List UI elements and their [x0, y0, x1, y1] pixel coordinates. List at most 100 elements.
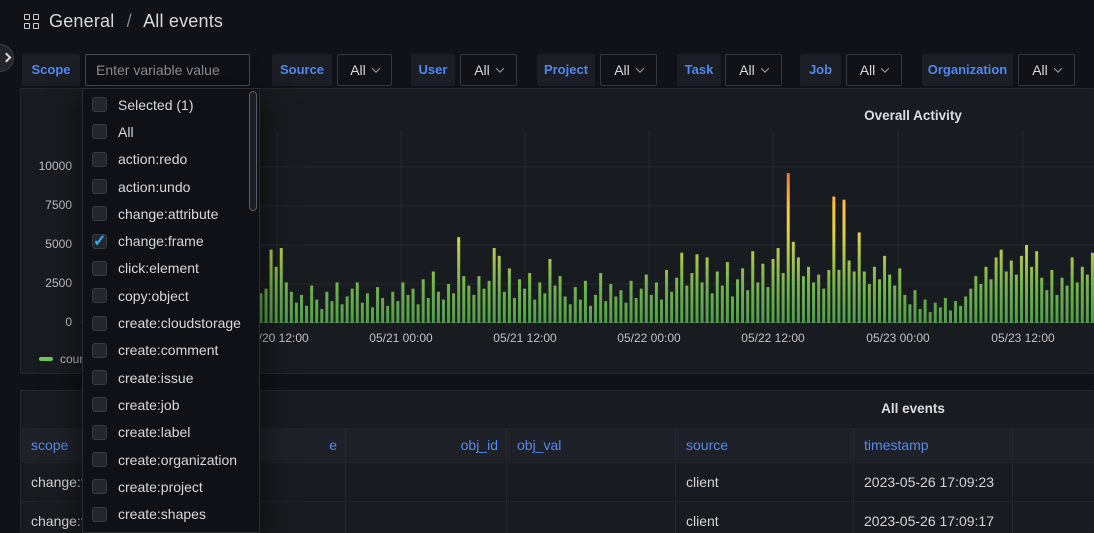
filter-label-source: Source — [272, 54, 332, 86]
checkbox-unchecked[interactable] — [92, 452, 107, 467]
filter-select-organization[interactable]: All — [1018, 54, 1075, 86]
dropdown-option-label: action:undo — [118, 179, 190, 195]
dropdown-option-label: action:redo — [118, 151, 187, 167]
y-tick-label: 2500 — [20, 276, 72, 290]
y-tick-label: 5000 — [20, 237, 72, 251]
chevron-down-icon — [496, 64, 504, 72]
column-header[interactable] — [1013, 428, 1094, 462]
y-tick-label: 0 — [20, 315, 72, 329]
filter-label-task: Task — [677, 54, 721, 86]
x-tick-label: 05/21 00:00 — [356, 331, 446, 345]
y-tick-label: 10000 — [20, 159, 72, 173]
checkbox-unchecked[interactable] — [92, 316, 107, 331]
filter-value-task: All — [739, 55, 755, 85]
table-cell — [346, 502, 507, 533]
checkbox-unchecked[interactable] — [92, 124, 107, 139]
dropdown-option-label: create:job — [118, 397, 179, 413]
checkbox-unchecked[interactable] — [92, 97, 107, 112]
filter-label-organization: Organization — [922, 54, 1013, 86]
checkbox-unchecked[interactable] — [92, 261, 107, 276]
dropdown-option[interactable]: action:undo — [83, 173, 259, 200]
dropdown-option-label: click:element — [118, 260, 199, 276]
dropdown-option[interactable]: create:project — [83, 473, 259, 500]
table-cell — [256, 463, 346, 501]
column-header[interactable]: obj_id — [346, 428, 507, 462]
filter-label-project: Project — [537, 54, 595, 86]
filter-value-source: All — [350, 55, 366, 85]
column-header[interactable]: source — [676, 428, 854, 462]
checkbox-unchecked[interactable] — [92, 206, 107, 221]
dropdown-option-label: create:organization — [118, 452, 237, 468]
dropdown-option-label: copy:object — [118, 288, 189, 304]
column-header[interactable]: timestamp — [854, 428, 1013, 462]
dropdown-option[interactable]: create:shapes — [83, 500, 259, 527]
x-tick-label: 05/23 12:00 — [978, 331, 1068, 345]
dropdown-option[interactable]: action:redo — [83, 146, 259, 173]
filter-select-task[interactable]: All — [725, 54, 782, 86]
filter-select-project[interactable]: All — [600, 54, 657, 86]
filter-select-source[interactable]: All — [337, 54, 392, 86]
dropdown-option[interactable]: Selected (1) — [83, 91, 259, 118]
apps-grid-icon[interactable] — [24, 14, 39, 29]
checkbox-unchecked[interactable] — [92, 507, 107, 522]
x-tick-label: 05/22 00:00 — [604, 331, 694, 345]
filter-select-user[interactable]: All — [460, 54, 517, 86]
breadcrumb: General / All events — [49, 11, 223, 32]
checkbox-unchecked[interactable] — [92, 152, 107, 167]
breadcrumb-dashboard[interactable]: All events — [143, 11, 223, 31]
dropdown-option[interactable]: create:organization — [83, 446, 259, 473]
filter-value-job: All — [860, 55, 876, 85]
checkbox-checked[interactable]: ✓ — [92, 234, 107, 249]
legend-swatch — [39, 357, 53, 361]
filter-select-job[interactable]: All — [846, 54, 902, 86]
column-header[interactable]: obj_val — [507, 428, 676, 462]
breadcrumb-folder[interactable]: General — [49, 11, 114, 31]
checkbox-unchecked[interactable] — [92, 425, 107, 440]
checkbox-unchecked[interactable] — [92, 479, 107, 494]
dropdown-option[interactable]: change:attribute — [83, 200, 259, 227]
filter-label-scope: Scope — [22, 54, 80, 86]
dropdown-option[interactable]: create:cloudstorage — [83, 309, 259, 336]
dropdown-option-label: create:label — [118, 424, 190, 440]
dropdown-option[interactable]: create:comment — [83, 337, 259, 364]
chevron-down-icon — [881, 64, 889, 72]
column-header[interactable]: e — [256, 428, 346, 462]
scope-variable-input[interactable] — [85, 54, 250, 86]
panel-title[interactable]: All events — [881, 401, 945, 416]
dropdown-option-label: create:issue — [118, 370, 193, 386]
checkbox-unchecked[interactable] — [92, 288, 107, 303]
table-cell: client — [676, 463, 854, 501]
table-cell — [346, 463, 507, 501]
filter-label-user: User — [411, 54, 455, 86]
check-icon: ✓ — [93, 231, 106, 251]
dropdown-option[interactable]: click:element — [83, 255, 259, 282]
chevron-down-icon — [761, 64, 769, 72]
x-tick-label: 05/23 00:00 — [853, 331, 943, 345]
dropdown-option[interactable]: create:job — [83, 391, 259, 418]
filter-label-job: Job — [800, 54, 841, 86]
dropdown-option-label: change:frame — [118, 233, 204, 249]
dropdown-option[interactable]: create:issue — [83, 364, 259, 391]
table-cell — [256, 502, 346, 533]
dropdown-option[interactable]: ✓ change:frame — [83, 227, 259, 254]
variables-bar: Scope Source All User All Project All Ta… — [0, 54, 1094, 86]
dropdown-option-label: create:cloudstorage — [118, 315, 241, 331]
chevron-down-icon — [372, 64, 380, 72]
checkbox-unchecked[interactable] — [92, 397, 107, 412]
panel-title[interactable]: Overall Activity — [864, 108, 962, 123]
checkbox-unchecked[interactable] — [92, 343, 107, 358]
checkbox-unchecked[interactable] — [92, 370, 107, 385]
dropdown-option-label: change:attribute — [118, 206, 218, 222]
dashboard-header: General / All events — [0, 0, 1094, 42]
scope-options-dropdown: Selected (1)All action:redo action:undo cha… — [82, 88, 260, 533]
dropdown-option-label: create:comment — [118, 342, 218, 358]
table-cell — [1013, 502, 1094, 533]
y-tick-label: 7500 — [20, 198, 72, 212]
dropdown-option[interactable]: copy:object — [83, 282, 259, 309]
checkbox-unchecked[interactable] — [92, 179, 107, 194]
table-cell — [1013, 463, 1094, 501]
dropdown-option[interactable]: All — [83, 118, 259, 145]
dropdown-option[interactable]: create:label — [83, 419, 259, 446]
chevron-down-icon — [636, 64, 644, 72]
dropdown-scrollbar-thumb[interactable] — [249, 91, 257, 211]
